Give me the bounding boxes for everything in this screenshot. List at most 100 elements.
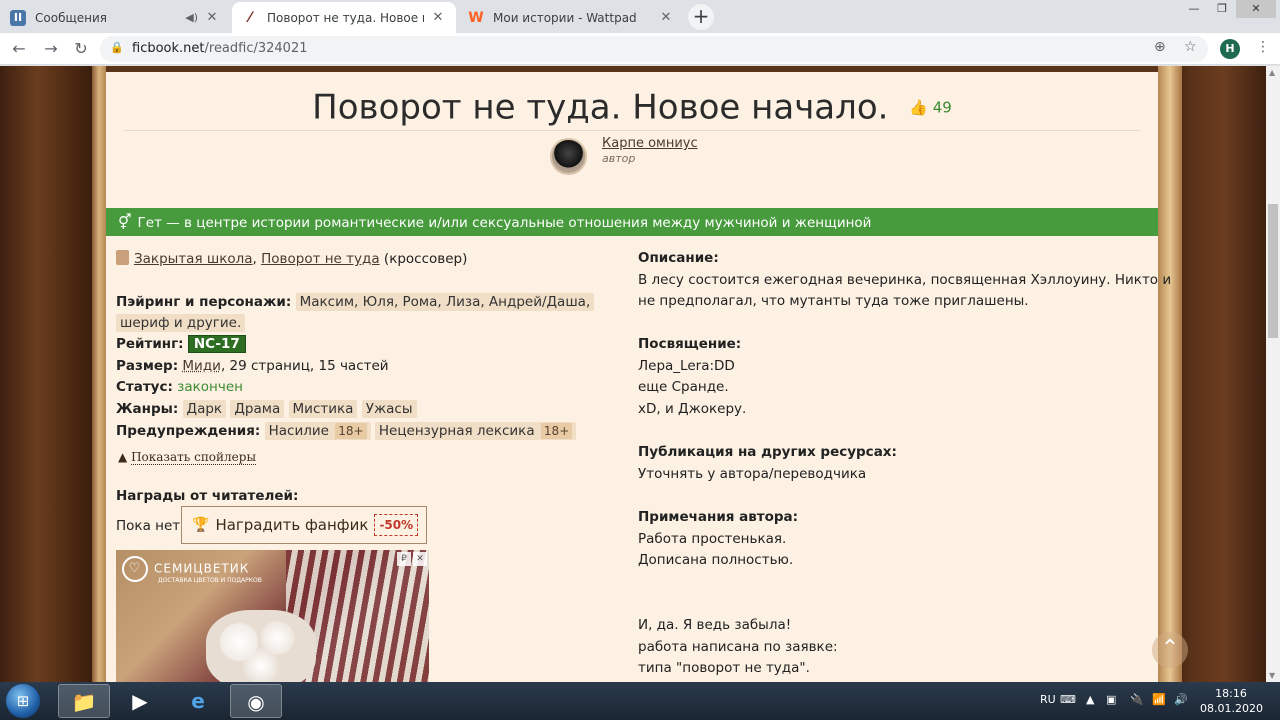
chrome-icon[interactable]: ◉ <box>230 684 282 718</box>
ad-close-icon[interactable]: ✕ <box>413 552 427 566</box>
scroll-to-top-icon[interactable]: ⌃ <box>1152 632 1188 668</box>
clock-time: 18:16 <box>1215 687 1247 700</box>
ad-subtitle: ДОСТАВКА ЦВЕТОВ И ПОДАРКОВ <box>158 577 262 584</box>
pairing-tag-cont[interactable]: шериф и другие. <box>116 314 246 332</box>
url-text[interactable]: ficbook.net/readfic/324021 <box>132 41 308 56</box>
minimize-icon[interactable]: — <box>1180 0 1208 18</box>
frame-border-right <box>1158 66 1182 682</box>
rating-row: Рейтинг: NC-17 <box>116 335 246 353</box>
ad-heart-logo-icon: ♡ <box>122 556 148 582</box>
size-link[interactable]: Миди <box>182 358 221 374</box>
author-avatar[interactable] <box>550 138 587 175</box>
keyboard-icon[interactable]: ⌨ <box>1060 693 1076 706</box>
tab-wattpad[interactable]: W Мои истории - Wattpad ✕ <box>458 2 684 33</box>
tab-fic[interactable]: ⁄ Поворот не туда. Новое начало ✕ <box>232 2 456 33</box>
thumbs-up-icon: 👍 <box>909 98 928 117</box>
vk-icon: II <box>10 9 26 26</box>
rating-badge[interactable]: NC-17 <box>187 335 246 353</box>
close-tab-icon[interactable]: ✕ <box>658 10 674 25</box>
direction-text: Гет — в центре истории романтические и/и… <box>137 215 872 231</box>
genre-tag[interactable]: Драма <box>230 400 285 418</box>
new-tab-button[interactable]: + <box>688 4 714 30</box>
other-resources-label: Публикация на других ресурсах: <box>638 444 897 460</box>
scroll-down-icon[interactable]: ▼ <box>1269 671 1275 680</box>
description-text: В лесу состоится ежегодная вечеринка, по… <box>638 271 1172 288</box>
description-text: не предполагал, что мутанты туда тоже пр… <box>638 293 1029 309</box>
tab-messages[interactable]: II Сообщения ◀) ✕ <box>0 2 230 33</box>
profile-avatar[interactable]: H <box>1220 39 1240 59</box>
award-fic-button[interactable]: 🏆 Наградить фанфик -50% <box>181 506 427 544</box>
size-label: Размер: <box>116 358 179 374</box>
age-badge: 18+ <box>540 423 573 439</box>
ad-photo-flowers <box>206 610 316 682</box>
author-link[interactable]: Карпе омниус <box>602 136 698 151</box>
pairing-tag[interactable]: Максим, Юля, Рома, Лиза, Андрей/Даша, <box>295 293 595 311</box>
genre-tag[interactable]: Мистика <box>288 400 358 418</box>
warning-tag[interactable]: Насилие 18+ <box>264 422 371 440</box>
wood-background-left <box>0 66 106 682</box>
dedication-label: Посвящение: <box>638 336 742 352</box>
tray-expand-icon[interactable]: ▲ <box>1086 693 1094 706</box>
author-notes-section: Примечания автора: Работа простенькая. Д… <box>638 509 799 568</box>
close-window-icon[interactable]: ✕ <box>1236 0 1276 18</box>
explorer-icon[interactable]: 📁 <box>58 684 110 718</box>
internet-explorer-icon[interactable]: e <box>172 684 224 718</box>
warnings-label: Предупреждения: <box>116 423 261 439</box>
het-symbol-icon: ⚥ <box>118 213 132 231</box>
close-tab-icon[interactable]: ✕ <box>430 10 446 25</box>
warning-triangle-icon: ▲ <box>118 450 128 464</box>
fandom-link-2[interactable]: Поворот не туда <box>261 251 380 267</box>
fandom-link-1[interactable]: Закрытая школа <box>134 251 253 267</box>
ad-info-icon[interactable]: ₽ <box>397 552 411 566</box>
bookmark-star-icon[interactable]: ☆ <box>1184 39 1197 55</box>
wattpad-icon: W <box>468 9 484 26</box>
genre-tag[interactable]: Ужасы <box>361 400 417 418</box>
genre-tag[interactable]: Дарк <box>182 400 227 418</box>
fic-header: Поворот не туда. Новое начало. 👍 49 <box>106 86 1158 128</box>
volume-icon[interactable]: 🔊 <box>1174 693 1188 706</box>
reload-icon[interactable]: ↻ <box>70 38 92 60</box>
advertisement-banner[interactable]: ♡ СЕМИЦВЕТИК ДОСТАВКА ЦВЕТОВ И ПОДАРКОВ ₽… <box>116 550 429 682</box>
back-icon[interactable]: ← <box>8 38 30 60</box>
show-spoilers-link[interactable]: ▲ Показать спойлеры <box>118 450 256 465</box>
likes-counter[interactable]: 👍 49 <box>909 98 952 117</box>
direction-bar[interactable]: ⚥ Гет — в центре истории романтические и/… <box>106 208 1158 236</box>
awards-heading: Награды от читателей: <box>116 488 299 504</box>
author-role: автор <box>602 152 636 165</box>
speaker-icon[interactable]: ◀) <box>185 11 198 24</box>
divider <box>124 130 1140 131</box>
maximize-icon[interactable]: ❐ <box>1208 0 1236 18</box>
menu-icon[interactable]: ⋮ <box>1256 39 1270 55</box>
size-row: Размер: Миди, 29 страниц, 15 частей <box>116 358 389 374</box>
clock-date: 08.01.2020 <box>1200 702 1263 715</box>
scrollbar-thumb[interactable] <box>1268 204 1278 338</box>
media-player-icon[interactable]: ▶ <box>114 684 166 718</box>
age-badge: 18+ <box>335 423 367 439</box>
awards-none: Пока нет <box>116 518 181 534</box>
author-notes-label: Примечания автора: <box>638 509 799 525</box>
system-clock[interactable]: 18:16 08.01.2020 <box>1200 686 1263 716</box>
add-icon[interactable]: ⊕ <box>1154 39 1166 55</box>
start-button[interactable]: ⊞ <box>6 684 40 718</box>
language-indicator[interactable]: RU <box>1040 693 1056 706</box>
network-icon[interactable]: 📶 <box>1152 693 1166 706</box>
ficbook-quill-icon: ⁄ <box>248 9 252 26</box>
page-scrollbar[interactable]: ▲ ▼ <box>1266 66 1280 682</box>
genres-label: Жанры: <box>116 401 179 417</box>
frame-border-left <box>92 66 106 682</box>
address-bar[interactable]: 🔒 ficbook.net/readfic/324021 ⊕ ☆ <box>100 36 1208 62</box>
description-label: Описание: <box>638 250 719 266</box>
fic-title: Поворот не туда. Новое начало. <box>312 87 889 128</box>
tray-app-icon[interactable]: ▣ <box>1106 693 1116 706</box>
pairing-label: Пэйринг и персонажи: <box>116 294 292 310</box>
pairing-row: Пэйринг и персонажи: Максим, Юля, Рома, … <box>116 293 595 311</box>
forward-icon[interactable]: → <box>40 38 62 60</box>
warning-tag[interactable]: Нецензурная лексика 18+ <box>374 422 577 440</box>
status-row: Статус: закончен <box>116 379 243 395</box>
page-viewport: Поворот не туда. Новое начало. 👍 49 Карп… <box>0 66 1280 682</box>
lock-icon[interactable]: 🔒 <box>110 41 124 54</box>
power-icon[interactable]: 🔌 <box>1130 693 1144 706</box>
scroll-up-icon[interactable]: ▲ <box>1269 68 1275 77</box>
close-tab-icon[interactable]: ✕ <box>204 10 220 25</box>
author-notes-extra: И, да. Я ведь забыла! работа написана по… <box>638 617 838 676</box>
